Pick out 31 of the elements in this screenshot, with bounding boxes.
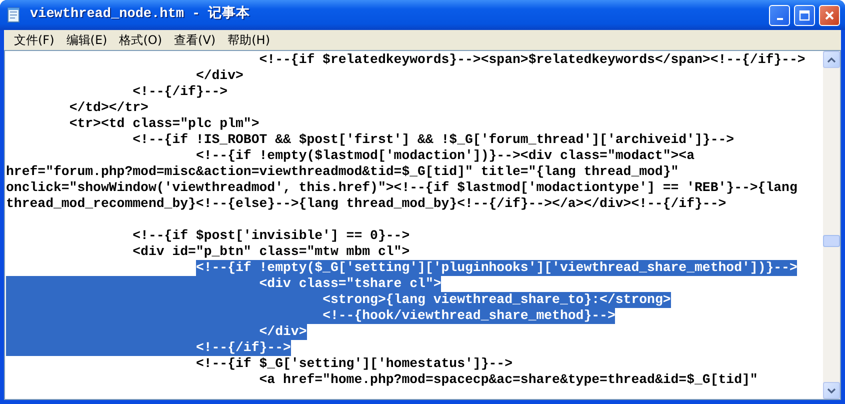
code-line: </div>: [196, 68, 244, 84]
code-line: onclick="showWindow('viewthreadmod', this.href)"><!--{if $lastmod['modactiontype'] == 'REB'}-->{lang: [6, 180, 798, 196]
code-line: <!--{if !IS_ROBOT && $post['first'] && !$_G['forum_thread']['archiveid']}-->: [132, 132, 734, 148]
code-line: thread_mod_recommend_by}<!--{else}-->{lang thread_mod_by}<!--{/if}--></a></div><!--{/if}-->: [6, 196, 726, 212]
window-title: viewthread_node.htm - 记事本: [30, 4, 252, 24]
code-line: </td></tr>: [69, 100, 148, 116]
menu-item[interactable]: 编辑(E): [60, 30, 114, 50]
code-line: <div id="p_btn" class="mtw mbm cl">: [132, 244, 410, 260]
scrollbar[interactable]: [823, 51, 840, 399]
close-icon: [824, 10, 835, 20]
scroll-thumb[interactable]: [823, 235, 840, 247]
scroll-down-button[interactable]: [823, 382, 840, 399]
menu-item[interactable]: 文件(F): [8, 30, 60, 50]
code-line: <!--{if $_G['setting']['homestatus']}-->: [196, 356, 512, 372]
menu-item[interactable]: 格式(O): [113, 30, 168, 50]
scroll-up-button[interactable]: [823, 51, 840, 68]
code-line: <a href="home.php?mod=spacecp&ac=share&type=thread&id=$_G[tid]": [259, 372, 758, 388]
close-button[interactable]: [819, 4, 840, 26]
menu-item[interactable]: 查看(V): [168, 30, 222, 50]
code-line: <!--{if $post['invisible'] == 0}-->: [132, 228, 410, 244]
maximize-icon: [799, 10, 810, 20]
code-line: href="forum.php?mod=misc&action=viewthreadmod&tid=$_G[tid]" title="{lang thread_mod}": [6, 164, 679, 180]
minimize-icon: [776, 18, 782, 20]
code-line: <!--{if !empty($lastmod['modaction'])}--><div class="modact"><a: [196, 148, 695, 164]
maximize-button[interactable]: [794, 4, 815, 26]
code-line: <!--{if $relatedkeywords}--><span>$relatedkeywords</span><!--{/if}-->: [259, 52, 806, 68]
notepad-icon: [6, 7, 22, 23]
menu-item[interactable]: 帮助(H): [222, 30, 276, 50]
code-line: <tr><td class="plc plm">: [69, 116, 260, 132]
minimize-button[interactable]: [769, 4, 790, 26]
code-line: <!--{/if}-->: [132, 84, 228, 100]
